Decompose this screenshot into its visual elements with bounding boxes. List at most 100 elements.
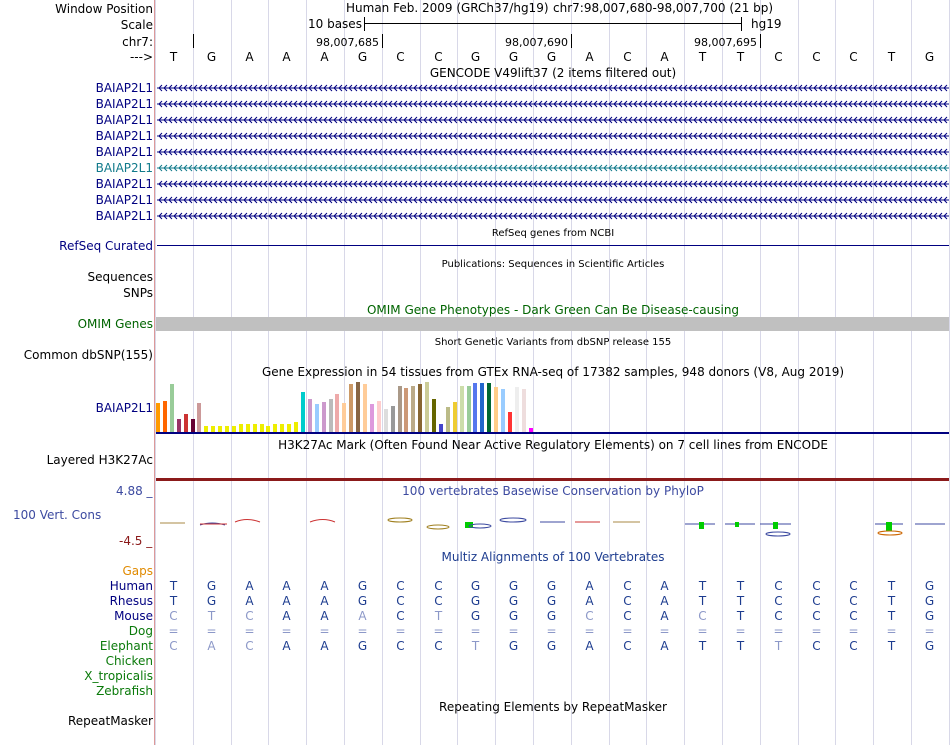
gtex-tissue-bar[interactable] (508, 412, 512, 432)
gtex-tissue-bar[interactable] (439, 424, 443, 432)
base-letter: C (849, 50, 858, 64)
gtex-tissue-bar[interactable] (287, 424, 291, 432)
gtex-tissue-bar[interactable] (522, 389, 526, 432)
gencode-gene-label[interactable]: BAIAP2L1 (96, 81, 153, 95)
omim-genes-label[interactable]: OMIM Genes (78, 317, 153, 331)
gtex-tissue-bar[interactable] (197, 403, 201, 432)
gtex-tissue-bar[interactable] (446, 407, 450, 432)
gtex-tissue-bar[interactable] (294, 422, 298, 432)
sequences-label[interactable]: Sequences (88, 270, 153, 284)
repeatmasker-label[interactable]: RepeatMasker (68, 714, 153, 728)
gencode-gene-intron[interactable] (157, 212, 949, 220)
gtex-tissue-bar[interactable] (404, 388, 408, 432)
alignment-base: A (245, 594, 254, 608)
gtex-tissue-bar[interactable] (239, 424, 243, 432)
gtex-tissue-bar[interactable] (411, 386, 415, 432)
refseq-gene-line[interactable] (157, 245, 949, 246)
gaps-label[interactable]: Gaps (122, 564, 153, 578)
gtex-tissue-bar[interactable] (349, 384, 353, 432)
gtex-tissue-bar[interactable] (501, 389, 505, 432)
h3k27ac-label[interactable]: Layered H3K27Ac (47, 453, 153, 467)
gencode-gene-intron[interactable] (157, 116, 949, 124)
gtex-tissue-bar[interactable] (515, 387, 519, 432)
gtex-tissue-bar[interactable] (156, 403, 160, 432)
alignment-base: A (585, 579, 594, 593)
species-label[interactable]: Human (110, 579, 153, 593)
gtex-tissue-bar[interactable] (253, 424, 257, 432)
snps-label[interactable]: SNPs (123, 286, 153, 300)
species-label[interactable]: Dog (129, 624, 153, 638)
gencode-gene-intron[interactable] (157, 100, 949, 108)
gtex-tissue-bar[interactable] (335, 394, 339, 432)
refseq-curated-label[interactable]: RefSeq Curated (59, 239, 153, 253)
alignment-base: C (434, 579, 443, 593)
gtex-tissue-bar[interactable] (398, 386, 402, 432)
alignment-base: C (849, 579, 858, 593)
species-label[interactable]: Chicken (106, 654, 153, 668)
gtex-tissue-bar[interactable] (315, 404, 319, 432)
gtex-tissue-bar[interactable] (329, 399, 333, 432)
gtex-tissue-bar[interactable] (322, 402, 326, 432)
gtex-tissue-bar[interactable] (418, 384, 422, 432)
gencode-gene-label[interactable]: BAIAP2L1 (96, 177, 153, 191)
alignment-base: = (168, 624, 179, 638)
gtex-tissue-bar[interactable] (308, 399, 312, 432)
gtex-tissue-bar[interactable] (370, 404, 374, 432)
gencode-gene-intron[interactable] (157, 180, 949, 188)
species-label[interactable]: Mouse (114, 609, 153, 623)
gtex-tissue-bar[interactable] (384, 409, 388, 432)
gencode-gene-label[interactable]: BAIAP2L1 (96, 209, 153, 223)
gtex-tissue-bar[interactable] (480, 383, 484, 432)
gtex-tissue-bar[interactable] (356, 382, 360, 432)
window-position-label: Window Position (55, 2, 153, 16)
gtex-tissue-bar[interactable] (391, 406, 395, 432)
h3k27ac-title: H3K27Ac Mark (Often Found Near Active Re… (278, 438, 828, 452)
gtex-tissue-bar[interactable] (273, 424, 277, 432)
gtex-tissue-bar[interactable] (280, 424, 284, 432)
alignment-base: T (774, 639, 783, 653)
species-label[interactable]: X_tropicalis (84, 669, 153, 683)
gtex-tissue-bar[interactable] (363, 384, 367, 432)
gtex-tissue-bar[interactable] (342, 403, 346, 432)
gencode-gene-label[interactable]: BAIAP2L1 (96, 113, 153, 127)
gtex-tissue-bar[interactable] (301, 392, 305, 432)
gencode-gene-intron[interactable] (157, 196, 949, 204)
gtex-tissue-bar[interactable] (170, 384, 174, 432)
gtex-tissue-bar[interactable] (467, 386, 471, 432)
gencode-gene-intron[interactable] (157, 84, 949, 92)
phylop-label[interactable]: 100 Vert. Cons (13, 508, 101, 522)
gtex-tissue-bar[interactable] (473, 383, 477, 432)
dbsnp-label[interactable]: Common dbSNP(155) (24, 348, 153, 362)
gencode-gene-label[interactable]: BAIAP2L1 (96, 193, 153, 207)
gtex-tissue-bar[interactable] (184, 414, 188, 432)
gtex-tissue-bar[interactable] (177, 419, 181, 432)
gtex-tissue-bar[interactable] (460, 386, 464, 432)
species-label[interactable]: Elephant (100, 639, 153, 653)
gencode-gene-intron[interactable] (157, 132, 949, 140)
gtex-tissue-bar[interactable] (377, 401, 381, 432)
gtex-tissue-bar[interactable] (246, 424, 250, 432)
species-label[interactable]: Rhesus (110, 594, 153, 608)
gencode-gene-label[interactable]: BAIAP2L1 (96, 97, 153, 111)
omim-feature-bar[interactable] (156, 317, 949, 331)
gtex-tissue-bar[interactable] (191, 419, 195, 432)
db-text: hg19 (751, 17, 782, 31)
alignment-base: G (470, 579, 481, 593)
gencode-gene-intron[interactable] (157, 164, 949, 172)
gencode-gene-label[interactable]: BAIAP2L1 (96, 145, 153, 159)
gtex-tissue-bar[interactable] (487, 383, 491, 432)
gtex-tissue-bar[interactable] (425, 382, 429, 432)
alignment-base: C (812, 594, 821, 608)
gtex-tissue-bar[interactable] (260, 424, 264, 432)
gencode-gene-label[interactable]: BAIAP2L1 (96, 129, 153, 143)
base-letter: C (623, 50, 632, 64)
gtex-tissue-bar[interactable] (163, 401, 167, 432)
gtex-tissue-bar[interactable] (494, 387, 498, 432)
species-label[interactable]: Zebrafish (96, 684, 153, 698)
gtex-gene-label[interactable]: BAIAP2L1 (96, 401, 153, 415)
gencode-gene-label[interactable]: BAIAP2L1 (96, 161, 153, 175)
gtex-tissue-bar[interactable] (453, 402, 457, 432)
alignment-base: A (320, 579, 329, 593)
gencode-gene-intron[interactable] (157, 148, 949, 156)
gtex-tissue-bar[interactable] (432, 399, 436, 432)
